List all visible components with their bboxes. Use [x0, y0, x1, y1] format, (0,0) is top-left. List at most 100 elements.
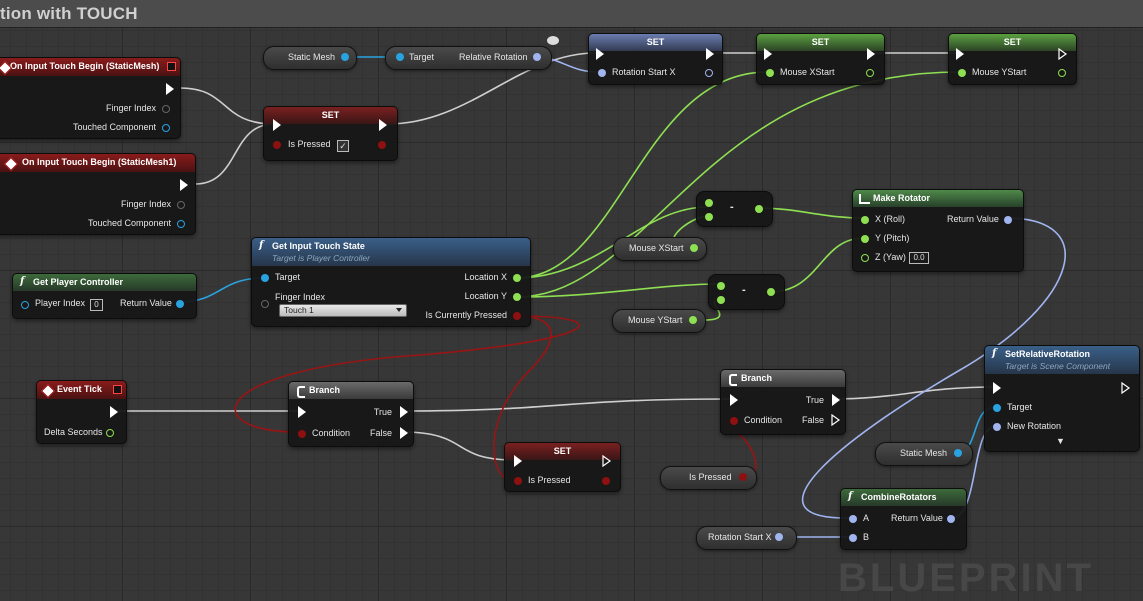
relative-rotation-getter[interactable]: Target Relative Rotation — [385, 46, 552, 70]
target-pin[interactable] — [993, 404, 1001, 412]
rotation-start-x-variable[interactable]: Rotation Start X — [696, 526, 797, 550]
exec-out-pin[interactable] — [602, 455, 612, 467]
player-index-pin[interactable] — [21, 301, 29, 309]
target-in-pin[interactable] — [396, 53, 404, 61]
return-value-pin[interactable] — [1004, 216, 1012, 224]
mouse-xstart-out-pin[interactable] — [690, 244, 698, 252]
set-mouse-xstart-node[interactable]: SET Mouse XStart — [756, 33, 885, 85]
set-mouse-ystart-node[interactable]: SET Mouse YStart — [948, 33, 1077, 85]
is-pressed-variable[interactable]: Is Pressed — [660, 466, 757, 490]
mouse-ystart-out-pin[interactable] — [689, 316, 697, 324]
on-input-touch-begin-node[interactable]: On Input Touch Begin (StaticMesh) Finger… — [0, 57, 181, 139]
subtract-node-1[interactable]: - — [696, 191, 773, 227]
mouse-xstart-variable[interactable]: Mouse XStart — [613, 237, 707, 261]
exec-out-pin[interactable] — [706, 48, 714, 60]
x-roll-pin[interactable] — [861, 216, 869, 224]
set-rotation-start-x-node[interactable]: SET Rotation Start X — [588, 33, 723, 85]
finger-index-pin[interactable] — [162, 105, 170, 113]
mouse-xstart-out-pin[interactable] — [866, 69, 874, 77]
static-mesh-out-pin[interactable] — [341, 53, 349, 61]
location-x-pin[interactable] — [513, 274, 521, 282]
make-rotator-node[interactable]: Make Rotator X (Roll) Y (Pitch) Z (Yaw) … — [852, 189, 1024, 272]
exec-out-pin[interactable] — [1121, 382, 1131, 394]
b-in-pin[interactable] — [705, 213, 713, 221]
location-y-pin[interactable] — [513, 293, 521, 301]
is-pressed-out-pin[interactable] — [602, 477, 610, 485]
rotation-start-x-in-pin[interactable] — [598, 69, 606, 77]
is-pressed-in-pin[interactable] — [273, 141, 281, 149]
is-pressed-out-pin[interactable] — [739, 473, 747, 481]
player-index-input[interactable]: 0 — [90, 299, 103, 311]
finger-index-pin[interactable] — [177, 201, 185, 209]
delegate-pin-icon[interactable] — [113, 385, 122, 394]
set-is-pressed-node-2[interactable]: SET Is Pressed — [504, 442, 621, 492]
mouse-ystart-out-pin[interactable] — [1058, 69, 1066, 77]
set-relative-rotation-node[interactable]: SetRelativeRotation Target is Scene Comp… — [984, 345, 1140, 452]
mouse-xstart-in-pin[interactable] — [766, 69, 774, 77]
true-exec-pin[interactable] — [832, 394, 840, 406]
expand-arrow-icon[interactable]: ▼ — [1056, 436, 1065, 446]
y-pitch-pin[interactable] — [861, 235, 869, 243]
set-is-pressed-node[interactable]: SET Is Pressed ✓ — [263, 106, 398, 161]
delta-seconds-pin[interactable] — [106, 429, 114, 437]
exec-in-pin[interactable] — [730, 394, 738, 406]
exec-out-pin[interactable] — [379, 119, 387, 131]
result-out-pin[interactable] — [755, 205, 763, 213]
get-input-touch-state-node[interactable]: Get Input Touch State Target is Player C… — [251, 237, 531, 327]
event-tick-node[interactable]: Event Tick Delta Seconds — [36, 380, 127, 444]
true-exec-pin[interactable] — [400, 406, 408, 418]
comment-bubble-icon[interactable] — [547, 36, 559, 45]
return-value-pin[interactable] — [947, 515, 955, 523]
is-currently-pressed-pin[interactable] — [513, 312, 521, 320]
exec-in-pin[interactable] — [993, 382, 1001, 394]
is-pressed-out-pin[interactable] — [378, 141, 386, 149]
exec-out-pin[interactable] — [180, 179, 188, 191]
relative-rotation-out-pin[interactable] — [533, 53, 541, 61]
condition-pin[interactable] — [298, 430, 306, 438]
false-exec-pin[interactable] — [831, 414, 841, 426]
target-pin[interactable] — [261, 274, 269, 282]
false-exec-pin[interactable] — [400, 427, 408, 439]
is-pressed-checkbox[interactable]: ✓ — [337, 140, 349, 152]
finger-index-pin[interactable] — [261, 300, 269, 308]
b-in-pin[interactable] — [717, 296, 725, 304]
touched-component-pin[interactable] — [177, 220, 185, 228]
new-rotation-pin[interactable] — [993, 423, 1001, 431]
static-mesh-out-pin[interactable] — [954, 449, 962, 457]
exec-in-pin[interactable] — [764, 48, 772, 60]
a-pin[interactable] — [849, 515, 857, 523]
result-out-pin[interactable] — [767, 288, 775, 296]
exec-out-pin[interactable] — [166, 83, 174, 95]
static-mesh-variable[interactable]: Static Mesh — [263, 46, 357, 70]
exec-in-pin[interactable] — [514, 455, 522, 467]
branch-node-1[interactable]: Branch Condition True False — [288, 381, 414, 447]
touched-component-pin[interactable] — [162, 124, 170, 132]
b-pin[interactable] — [849, 534, 857, 542]
condition-pin[interactable] — [730, 417, 738, 425]
exec-out-pin[interactable] — [867, 48, 875, 60]
node-header: SET — [949, 34, 1076, 51]
z-yaw-input[interactable]: 0.0 — [909, 252, 929, 264]
exec-in-pin[interactable] — [956, 48, 964, 60]
combine-rotators-node[interactable]: CombineRotators f A B Return Value — [840, 488, 967, 550]
branch-node-2[interactable]: Branch Condition True False — [720, 369, 846, 435]
is-pressed-in-pin[interactable] — [514, 477, 522, 485]
z-yaw-pin[interactable] — [861, 254, 869, 262]
a-in-pin[interactable] — [717, 282, 725, 290]
a-in-pin[interactable] — [705, 199, 713, 207]
mouse-ystart-variable[interactable]: Mouse YStart — [612, 309, 706, 333]
exec-in-pin[interactable] — [273, 119, 281, 131]
rotation-start-x-out-pin[interactable] — [775, 533, 783, 541]
mouse-ystart-in-pin[interactable] — [958, 69, 966, 77]
exec-in-pin[interactable] — [596, 48, 604, 60]
rotation-start-x-out-pin[interactable] — [705, 69, 713, 77]
get-player-controller-node[interactable]: Get Player Controller f Player Index 0 R… — [12, 273, 197, 319]
finger-index-dropdown[interactable]: Touch 1 — [279, 304, 407, 317]
return-value-pin[interactable] — [176, 300, 184, 308]
exec-in-pin[interactable] — [298, 406, 306, 418]
delegate-pin-icon[interactable] — [167, 62, 176, 71]
subtract-node-2[interactable]: - — [708, 274, 785, 310]
on-input-touch-begin-node-2[interactable]: On Input Touch Begin (StaticMesh1) Finge… — [0, 153, 196, 235]
static-mesh-variable-2[interactable]: Static Mesh — [875, 442, 973, 466]
exec-out-pin[interactable] — [110, 406, 118, 418]
